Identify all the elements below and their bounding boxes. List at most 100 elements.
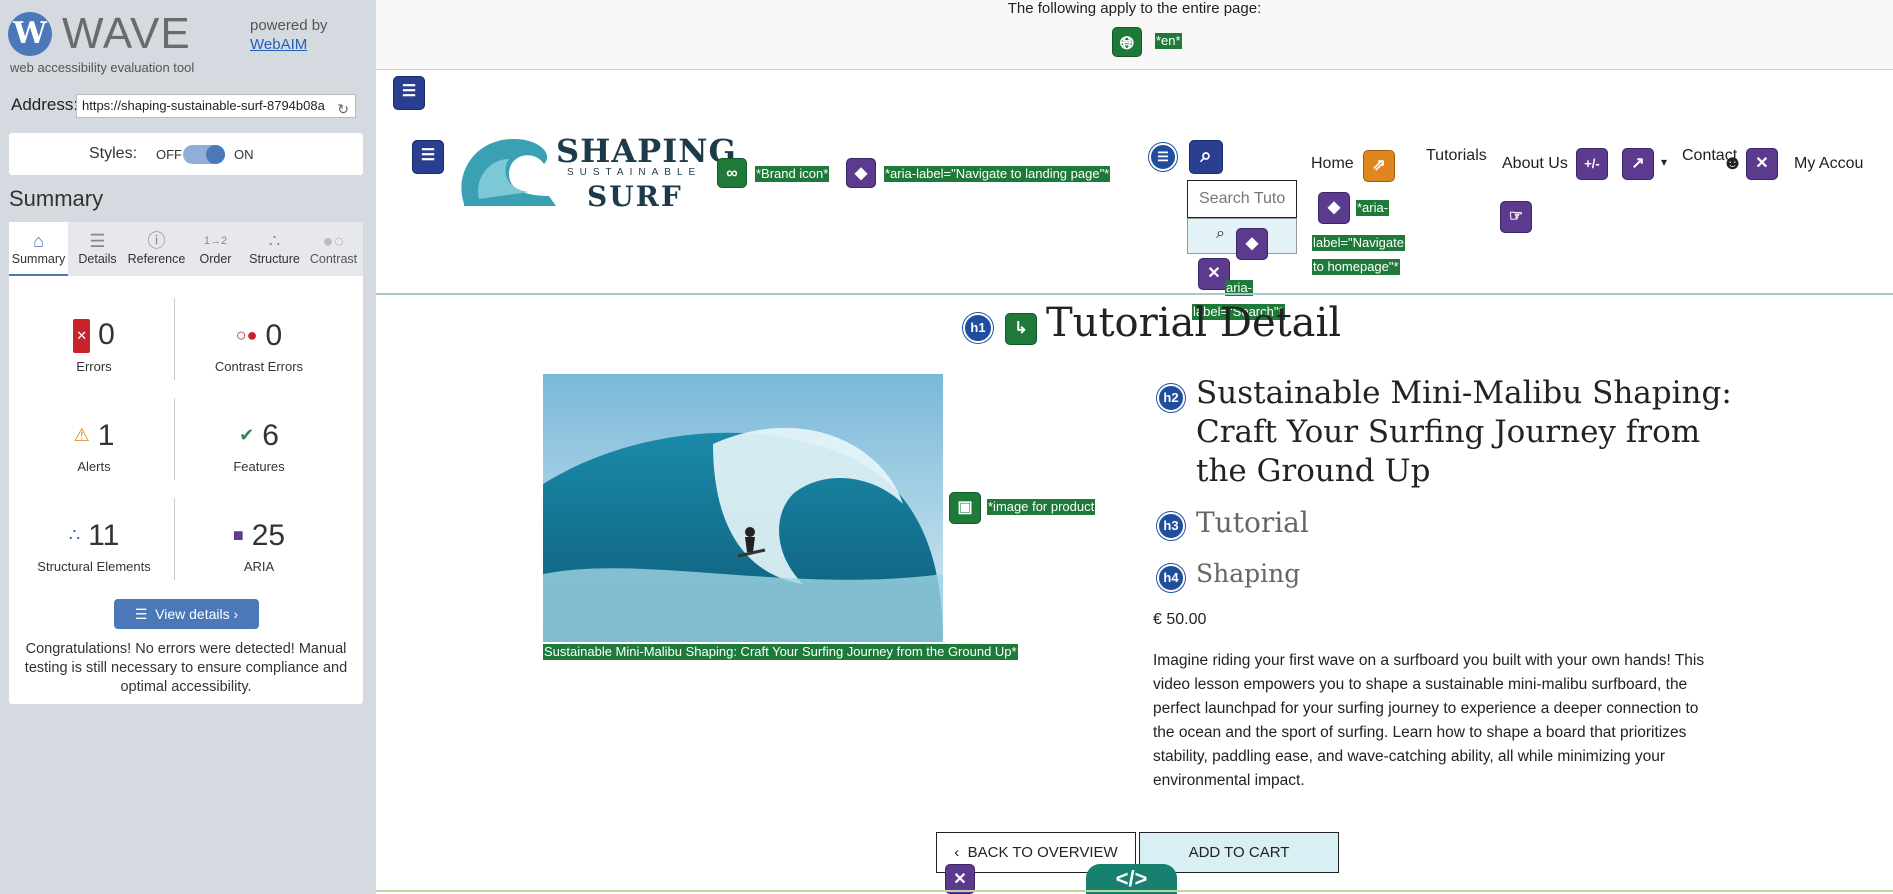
wave-logo-word: WAVE [62, 9, 191, 58]
styles-label: Styles: [89, 145, 138, 162]
tutorial-description: Imagine riding your first wave on a surf… [1153, 652, 1705, 789]
brand-surf: SURF [587, 180, 683, 213]
header-divider [376, 293, 1893, 295]
list-icon: ☰ [134, 606, 156, 622]
applies-text: The following apply to the entire page: [1007, 0, 1262, 17]
list-icon: ☰ [89, 231, 106, 251]
brand-icon-tag: *Brand icon* [755, 166, 830, 182]
tab-label: Structure [249, 252, 300, 266]
cart-button-label: ADD TO CART [1188, 844, 1290, 861]
tab-label: Reference [127, 252, 186, 266]
list-icon[interactable]: ☰ [1149, 143, 1177, 171]
search-region-icon[interactable]: ⌕ [1189, 140, 1223, 174]
landing-page-tag: *aria-label="Navigate to landing page"* [884, 166, 1111, 182]
aria-popup-icon[interactable]: ↗ [1622, 148, 1654, 180]
address-value: https://shaping-sustainable-surf-8794b08… [82, 98, 325, 113]
back-button-label: BACK TO OVERVIEW [967, 844, 1118, 861]
contrast-icon: ●○ [322, 231, 345, 251]
aria-menu-icon[interactable]: ☞ [1500, 201, 1532, 233]
h1-badge-icon[interactable]: h1 [963, 313, 993, 343]
redundant-link-alert-icon[interactable]: ⇗ [1363, 150, 1395, 182]
homepage-tag-line3: to homepage"* [1312, 259, 1400, 275]
homepage-tag-line2: label="Navigate [1312, 235, 1405, 251]
stat-structural[interactable]: ∴ 11 Structural Elements [14, 518, 174, 574]
stat-contrast-errors[interactable]: ○● 0 Contrast Errors [179, 318, 339, 374]
webaim-link[interactable]: WebAIM [250, 35, 328, 54]
nav-about[interactable]: About Us [1502, 155, 1568, 173]
tab-contrast[interactable]: ●○ Contrast [304, 222, 363, 276]
footer-divider [376, 890, 1893, 892]
contrast-errors-count: 0 [265, 319, 283, 352]
tutorial-title-text: Sustainable Mini-Malibu Shaping: Craft Y… [1196, 375, 1732, 489]
alerts-label: Alerts [77, 459, 111, 474]
aria-label-icon[interactable]: ◆ [846, 158, 876, 188]
view-details-label: View details › [155, 606, 239, 622]
alt-text-icon[interactable]: ▣ [949, 492, 981, 524]
brand-sustainable: SUSTAINABLE [567, 167, 702, 178]
h4-badge-icon[interactable]: h4 [1157, 564, 1185, 592]
stat-errors[interactable]: ✕ 0 Errors [14, 318, 174, 374]
search-input[interactable]: Search Tuto [1187, 180, 1297, 218]
error-icon: ✕ [73, 319, 91, 353]
tab-summary[interactable]: ⌂ Summary [9, 222, 68, 276]
powered-by-text: powered by [250, 17, 328, 34]
reload-icon[interactable]: ↻ [337, 98, 349, 117]
aria-icon: ■ [232, 525, 244, 545]
skip-link-icon[interactable]: ↳ [1005, 313, 1037, 345]
aria-label-icon[interactable]: ◆ [1318, 192, 1350, 224]
aria-label-icon[interactable]: ◆ [1236, 228, 1268, 260]
html-icon[interactable]: ☰ [393, 76, 425, 110]
wave-logo-icon: W [8, 12, 52, 56]
language-icon[interactable]: 🌐︎ [1112, 27, 1142, 57]
tab-reference[interactable]: ⓘ Reference [127, 222, 186, 276]
tab-label: Summary [11, 252, 66, 266]
h3-badge-icon[interactable]: h3 [1157, 512, 1185, 540]
summary-title: Summary [9, 186, 104, 211]
wave-brand-icon[interactable] [454, 134, 558, 216]
image-alt-tag: *image for product [987, 499, 1096, 515]
tab-label: Details [78, 252, 117, 266]
stat-aria[interactable]: ■ 25 ARIA [179, 518, 339, 574]
divider [174, 498, 175, 580]
tab-label: Contrast [309, 252, 358, 266]
evaluated-page: The following apply to the entire page: … [376, 0, 1893, 894]
search-icon: ⌕ [1216, 225, 1225, 242]
tab-details[interactable]: ☰ Details [68, 222, 127, 276]
styles-toggle-box: Styles: OFF ON [9, 133, 363, 175]
subcategory-heading: Shaping [1196, 559, 1301, 588]
aria-hidden-icon[interactable]: ✕ [1746, 148, 1778, 180]
alerts-count: 1 [97, 419, 115, 452]
contrast-error-icon: ○● [235, 325, 258, 345]
brand-shaping: SHAPING [556, 132, 737, 170]
stat-alerts[interactable]: ⚠ 1 Alerts [14, 418, 174, 474]
aria-label: ARIA [243, 559, 275, 574]
navigation-icon[interactable]: ☰ [412, 140, 444, 174]
styles-toggle[interactable] [183, 145, 225, 164]
user-icon[interactable]: ☻ [1722, 152, 1743, 175]
language-tag: *en* [1155, 33, 1182, 49]
styles-on-label: ON [234, 147, 254, 162]
h2-badge-icon[interactable]: h2 [1157, 384, 1185, 412]
contrast-errors-label: Contrast Errors [214, 359, 304, 374]
aria-count: 25 [251, 519, 286, 552]
tab-label: Order [199, 252, 232, 266]
divider [174, 298, 175, 380]
view-details-button[interactable]: ☰ View details › [114, 599, 259, 629]
surf-wave-image [543, 374, 943, 642]
nav-home[interactable]: Home [1311, 155, 1354, 173]
structural-count: 11 [88, 519, 120, 552]
link-icon[interactable]: ∞ [717, 158, 747, 188]
chevron-left-icon: ‹ [954, 844, 968, 861]
chevron-down-icon[interactable]: ▾ [1661, 155, 1667, 169]
address-input[interactable]: https://shaping-sustainable-surf-8794b08… [76, 94, 356, 118]
tab-order[interactable]: 1→2 Order [186, 222, 245, 276]
nav-tutorials[interactable]: Tutorials [1426, 147, 1487, 165]
code-icon: </> [1115, 866, 1148, 891]
info-icon: ⓘ [147, 231, 166, 251]
tab-structure[interactable]: ∴ Structure [245, 222, 304, 276]
order-icon: 1→2 [203, 235, 228, 247]
stat-features[interactable]: ✔ 6 Features [179, 418, 339, 474]
image-alt-caption: Sustainable Mini-Malibu Shaping: Craft Y… [543, 644, 1018, 660]
nav-account[interactable]: My Accou [1794, 155, 1863, 173]
aria-expanded-icon[interactable]: +/- [1576, 148, 1608, 180]
